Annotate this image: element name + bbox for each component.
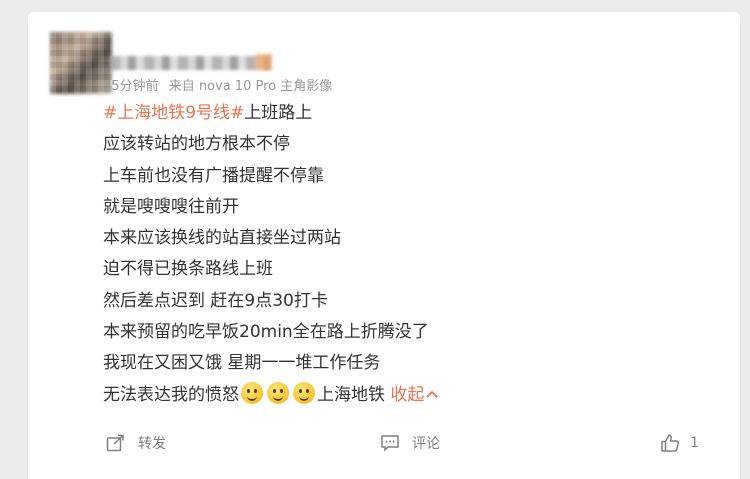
content-line: 上车前也没有广播提醒不停靠 bbox=[103, 165, 324, 186]
content-line: #上海地铁9号线#上班路上 bbox=[103, 98, 703, 129]
content-line: 本来应该换线的站直接坐过两站 bbox=[103, 228, 341, 249]
post-meta: 35分钟前 来自 nova 10 Pro 主角影像 bbox=[103, 75, 338, 94]
comment-label: 评论 bbox=[412, 436, 440, 452]
collapse-label: 收起 bbox=[390, 384, 425, 405]
content-text: 无法表达我的愤怒 bbox=[103, 384, 239, 405]
content-line: 就是嗖嗖嗖往前开 bbox=[103, 196, 239, 217]
smile-emoji-icon bbox=[241, 381, 263, 404]
smile-emoji-icon bbox=[293, 381, 315, 404]
repost-label: 转发 bbox=[138, 436, 166, 452]
weibo-post-card: 35分钟前 来自 nova 10 Pro 主角影像 #上海地铁9号线#上班路上 … bbox=[28, 12, 740, 479]
thumbs-up-icon bbox=[661, 434, 680, 452]
post-source: 来自 nova 10 Pro 主角影像 bbox=[168, 79, 333, 94]
like-button[interactable]: 1 bbox=[660, 428, 699, 458]
like-count: 1 bbox=[690, 435, 699, 451]
post-actions: 转发 评论 1 bbox=[28, 428, 740, 458]
collapse-button[interactable]: 收起 bbox=[390, 384, 439, 405]
post-content: #上海地铁9号线#上班路上 应该转站的地方根本不停 上车前也没有广播提醒不停靠 … bbox=[103, 98, 703, 411]
content-text: 上班路上 bbox=[244, 103, 313, 123]
share-icon bbox=[106, 434, 124, 452]
user-badge-blurred bbox=[256, 54, 272, 70]
post-time[interactable]: 35分钟前 bbox=[103, 79, 159, 94]
content-text: 上海地铁 bbox=[317, 384, 385, 405]
content-line: 无法表达我的愤怒 上海地铁 收起 bbox=[103, 380, 703, 411]
content-line: 本来预留的吃早饭20min全在路上折腾没了 bbox=[103, 322, 429, 343]
chevron-up-icon bbox=[426, 390, 439, 398]
content-line: 应该转站的地方根本不停 bbox=[103, 134, 290, 155]
smile-emoji-icon bbox=[267, 381, 289, 404]
content-line: 然后差点迟到 赶在9点30打卡 bbox=[103, 290, 328, 311]
hashtag-link[interactable]: #上海地铁9号线# bbox=[103, 103, 244, 123]
repost-button[interactable]: 转发 bbox=[106, 428, 166, 458]
comment-icon bbox=[381, 435, 399, 452]
username-blurred bbox=[110, 56, 270, 70]
content-line: 迫不得已换条路线上班 bbox=[103, 259, 273, 280]
content-line: 我现在又困又饿 星期一一堆工作任务 bbox=[103, 353, 381, 374]
comment-button[interactable]: 评论 bbox=[380, 428, 440, 458]
